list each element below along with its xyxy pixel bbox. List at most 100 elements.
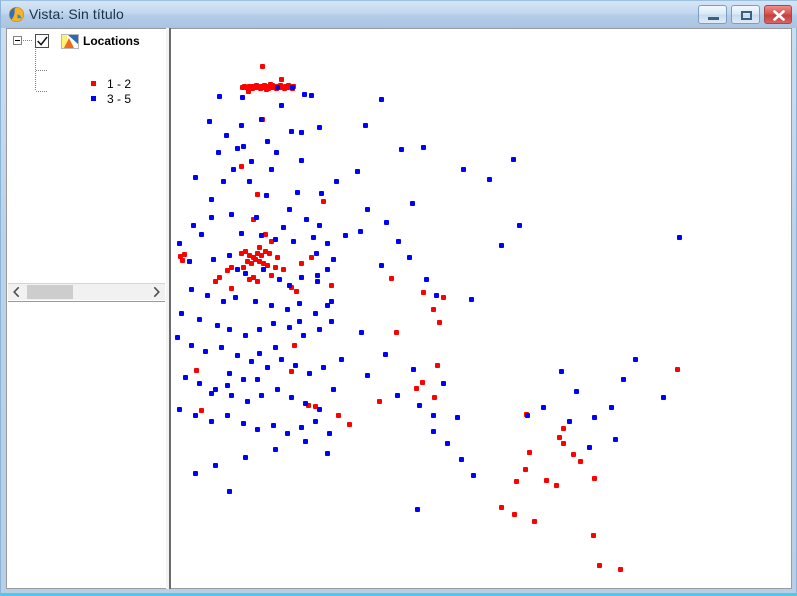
map-point[interactable]: [279, 357, 284, 362]
map-point[interactable]: [587, 445, 592, 450]
map-point[interactable]: [281, 225, 286, 230]
map-point[interactable]: [379, 97, 384, 102]
map-point[interactable]: [421, 290, 426, 295]
map-point[interactable]: [313, 419, 318, 424]
scrollbar-thumb[interactable]: [27, 285, 73, 299]
map-point[interactable]: [225, 413, 230, 418]
map-point[interactable]: [389, 276, 394, 281]
map-point[interactable]: [544, 478, 549, 483]
map-point[interactable]: [302, 92, 307, 97]
map-point[interactable]: [499, 243, 504, 248]
map-point[interactable]: [633, 357, 638, 362]
map-point[interactable]: [561, 441, 566, 446]
map-point[interactable]: [379, 263, 384, 268]
map-point[interactable]: [399, 147, 404, 152]
map-point[interactable]: [415, 507, 420, 512]
map-point[interactable]: [221, 179, 226, 184]
map-point[interactable]: [523, 467, 528, 472]
map-point[interactable]: [281, 267, 286, 272]
map-point[interactable]: [514, 479, 519, 484]
map-point[interactable]: [289, 129, 294, 134]
map-point[interactable]: [239, 123, 244, 128]
map-point[interactable]: [287, 325, 292, 330]
map-point[interactable]: [189, 343, 194, 348]
map-point[interactable]: [255, 377, 260, 382]
map-point[interactable]: [417, 403, 422, 408]
map-point[interactable]: [384, 220, 389, 225]
map-point[interactable]: [517, 223, 522, 228]
map-point[interactable]: [221, 299, 226, 304]
map-point[interactable]: [249, 159, 254, 164]
map-point[interactable]: [561, 426, 566, 431]
close-button[interactable]: [764, 5, 792, 24]
map-point[interactable]: [317, 125, 322, 130]
minimize-button[interactable]: [698, 5, 727, 24]
map-point[interactable]: [420, 380, 425, 385]
map-point[interactable]: [257, 351, 262, 356]
map-point[interactable]: [177, 407, 182, 412]
map-point[interactable]: [240, 95, 245, 100]
map-point[interactable]: [313, 311, 318, 316]
map-point[interactable]: [291, 239, 296, 244]
map-point[interactable]: [383, 352, 388, 357]
map-point[interactable]: [227, 489, 232, 494]
map-point[interactable]: [421, 145, 426, 150]
map-point[interactable]: [277, 277, 282, 282]
map-point[interactable]: [285, 431, 290, 436]
map-point[interactable]: [329, 299, 334, 304]
map-point[interactable]: [431, 429, 436, 434]
map-point[interactable]: [290, 85, 295, 90]
map-point[interactable]: [411, 367, 416, 372]
map-point[interactable]: [525, 413, 530, 418]
map-point[interactable]: [285, 307, 290, 312]
map-point[interactable]: [355, 169, 360, 174]
map-point[interactable]: [235, 353, 240, 358]
map-point[interactable]: [592, 476, 597, 481]
map-point[interactable]: [275, 85, 280, 90]
map-point[interactable]: [301, 333, 306, 338]
map-point[interactable]: [231, 167, 236, 172]
map-point[interactable]: [253, 299, 258, 304]
map-point[interactable]: [299, 130, 304, 135]
map-point[interactable]: [347, 422, 352, 427]
map-point[interactable]: [327, 431, 332, 436]
map-point[interactable]: [532, 519, 537, 524]
layer-visibility-checkbox[interactable]: [35, 34, 49, 48]
map-point[interactable]: [471, 473, 476, 478]
map-point[interactable]: [239, 231, 244, 236]
map-point[interactable]: [255, 192, 260, 197]
scroll-right-arrow-icon[interactable]: [148, 284, 165, 300]
map-point[interactable]: [216, 150, 221, 155]
map-point[interactable]: [329, 319, 334, 324]
map-point[interactable]: [271, 423, 276, 428]
map-point[interactable]: [394, 330, 399, 335]
map-point[interactable]: [209, 215, 214, 220]
map-point[interactable]: [311, 235, 316, 240]
map-point[interactable]: [675, 367, 680, 372]
map-point[interactable]: [329, 283, 334, 288]
map-point[interactable]: [314, 251, 319, 256]
map-point[interactable]: [287, 283, 292, 288]
map-point[interactable]: [183, 375, 188, 380]
map-point[interactable]: [241, 265, 246, 270]
map-point[interactable]: [194, 368, 199, 373]
map-point[interactable]: [264, 193, 269, 198]
map-point[interactable]: [554, 483, 559, 488]
map-point[interactable]: [441, 295, 446, 300]
map-point[interactable]: [187, 259, 192, 264]
map-point[interactable]: [358, 229, 363, 234]
map-point[interactable]: [217, 94, 222, 99]
map-point[interactable]: [317, 407, 322, 412]
map-point[interactable]: [677, 235, 682, 240]
map-point[interactable]: [239, 164, 244, 169]
map-point[interactable]: [571, 452, 576, 457]
map-point[interactable]: [255, 279, 260, 284]
map-point[interactable]: [317, 327, 322, 332]
map-point[interactable]: [325, 241, 330, 246]
map-point[interactable]: [559, 369, 564, 374]
map-point[interactable]: [331, 387, 336, 392]
map-point[interactable]: [235, 267, 240, 272]
map-point[interactable]: [245, 399, 250, 404]
map-point[interactable]: [512, 512, 517, 517]
layer-tree[interactable]: Locations 1 - 2 3 - 5: [7, 29, 165, 282]
